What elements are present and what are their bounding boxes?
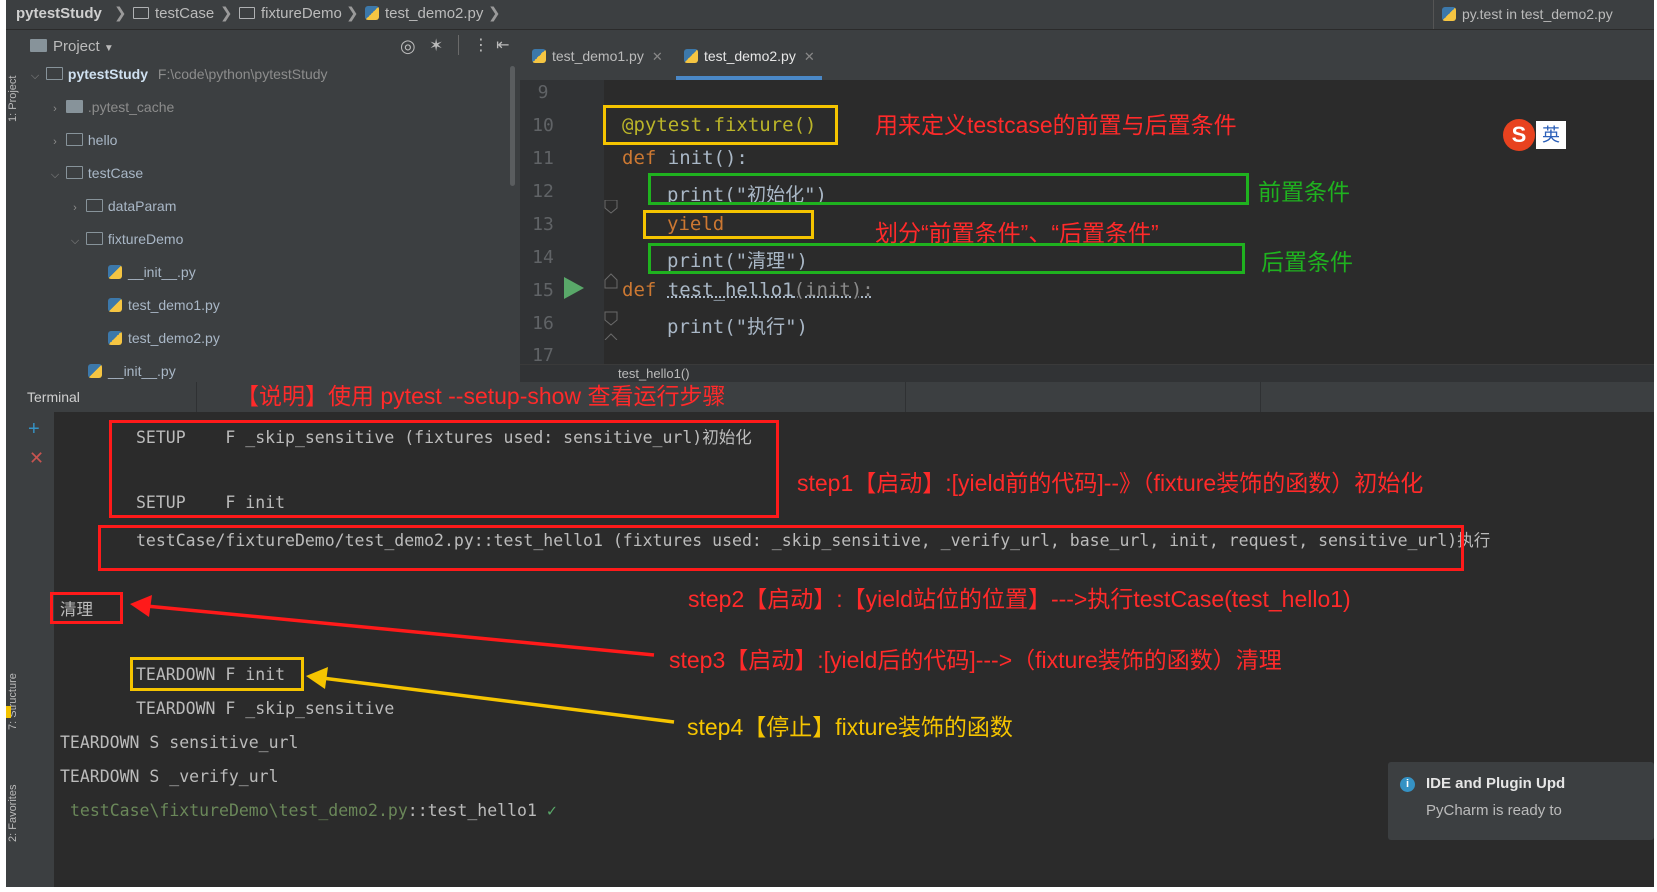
arrow-step4 <box>321 676 675 724</box>
annotation-arrows <box>130 595 675 724</box>
arrow-step4-head <box>306 667 328 689</box>
arrow-step3 <box>145 604 655 657</box>
ide-window: pytestStudy ❯ testCase ❯ fixtureDemo ❯ t… <box>6 0 1654 887</box>
arrow-step3-head <box>130 595 152 617</box>
